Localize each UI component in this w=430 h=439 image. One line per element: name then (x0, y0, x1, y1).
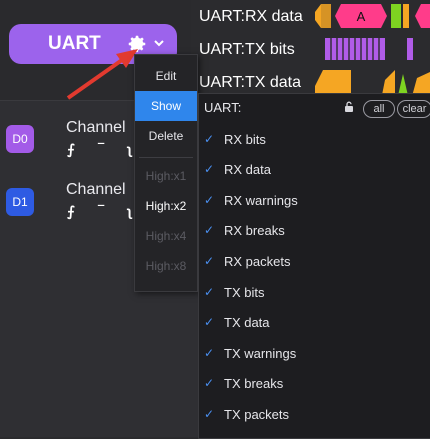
wave-segment (391, 4, 401, 28)
clear-all-button[interactable]: clear (397, 100, 430, 118)
chevron-down-icon[interactable] (152, 36, 166, 50)
option-tx-breaks[interactable]: ✓ TX breaks (204, 372, 283, 394)
channel-label-d0: Channel (66, 119, 126, 136)
waveform-area: A (315, 4, 430, 100)
wave-segment (403, 4, 409, 28)
option-label: RX bits (224, 131, 266, 147)
check-icon: ✓ (204, 223, 215, 237)
option-label: TX packets (224, 406, 290, 422)
check-icon: ✓ (204, 407, 215, 421)
check-icon: ✓ (204, 254, 215, 268)
tx-bits-pattern (325, 38, 413, 60)
menu-item-show[interactable]: Show (135, 91, 197, 121)
option-rx-warnings[interactable]: ✓ RX warnings (204, 189, 298, 211)
option-label: RX breaks (224, 222, 285, 238)
option-label: RX data (224, 161, 271, 177)
row-label-rx-data: UART:RX data (199, 8, 303, 25)
check-icon: ✓ (204, 162, 215, 176)
option-tx-warnings[interactable]: ✓ TX warnings (204, 342, 296, 364)
option-label: TX data (224, 314, 270, 330)
option-rx-breaks[interactable]: ✓ RX breaks (204, 219, 285, 241)
check-icon: ✓ (204, 193, 215, 207)
option-rx-data[interactable]: ✓ RX data (204, 158, 271, 180)
check-icon: ✓ (204, 285, 215, 299)
menu-item-edit[interactable]: Edit (135, 61, 197, 91)
wave-segment (321, 4, 331, 28)
option-tx-data[interactable]: ✓ TX data (204, 311, 270, 333)
row-label-tx-data: UART:TX data (199, 74, 301, 91)
menu-item-height-x8[interactable]: High:x8 (135, 251, 197, 281)
dropdown-title: UART: (204, 100, 242, 115)
channel-badge-d0: D0 (6, 125, 34, 153)
menu-item-height-x1[interactable]: High:x1 (135, 161, 197, 191)
channel-label-d1: Channel (66, 181, 126, 198)
trigger-edge-icons[interactable]: ⨍ ‾ ʅ (67, 203, 142, 220)
menu-item-height-x2[interactable]: High:x2 (135, 191, 197, 221)
option-label: TX warnings (224, 345, 297, 361)
option-rx-packets[interactable]: ✓ RX packets (204, 250, 290, 272)
check-icon: ✓ (204, 132, 215, 146)
option-tx-packets[interactable]: ✓ TX packets (204, 403, 289, 425)
option-tx-bits[interactable]: ✓ TX bits (204, 281, 264, 303)
check-icon: ✓ (204, 346, 215, 360)
menu-item-delete[interactable]: Delete (135, 121, 197, 151)
check-icon: ✓ (204, 376, 215, 390)
option-rx-bits[interactable]: ✓ RX bits (204, 128, 266, 150)
context-menu: Edit Show Delete High:x1 High:x2 High:x4… (134, 54, 198, 292)
annotation-arrow (66, 49, 138, 100)
check-icon: ✓ (204, 315, 215, 329)
trigger-edge-icons[interactable]: ⨍ ‾ ʅ (67, 141, 142, 158)
select-all-button[interactable]: all (363, 100, 395, 118)
wave-segment (415, 4, 430, 28)
wave-segment (315, 4, 321, 28)
menu-separator (139, 157, 193, 158)
option-label: RX warnings (224, 192, 298, 208)
rx-data-value: A (357, 9, 366, 24)
option-label: TX bits (224, 284, 265, 300)
menu-item-height-x4[interactable]: High:x4 (135, 221, 197, 251)
channel-badge-d1: D1 (6, 188, 34, 216)
row-label-tx-bits: UART:TX bits (199, 41, 295, 58)
unlock-icon[interactable] (343, 101, 355, 113)
option-label: TX breaks (224, 375, 284, 391)
option-label: RX packets (224, 253, 291, 269)
